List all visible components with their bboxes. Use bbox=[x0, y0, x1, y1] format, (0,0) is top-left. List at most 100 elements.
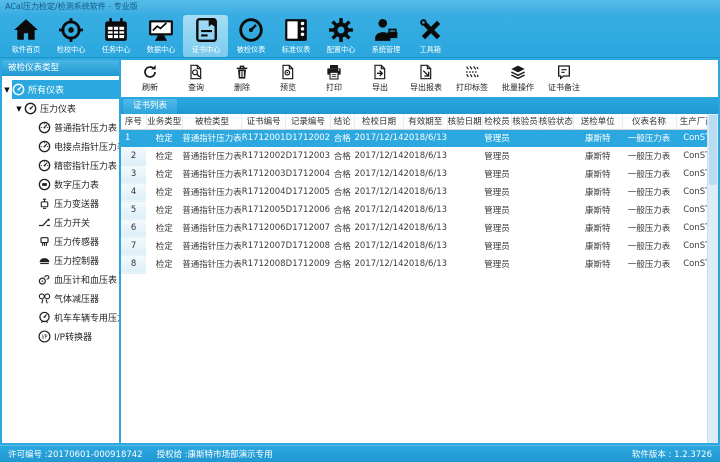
table-cell: 合格 bbox=[330, 219, 354, 237]
nav-item-certificate[interactable]: 证书中心 bbox=[183, 15, 228, 57]
nav-item-duts[interactable]: 被检仪表 bbox=[228, 15, 273, 57]
column-header[interactable]: 业务类型 bbox=[146, 114, 182, 129]
column-header[interactable]: 被检类型 bbox=[182, 114, 242, 129]
table-cell: 康斯特 bbox=[573, 201, 622, 219]
table-cell: 一般压力表 bbox=[622, 147, 676, 165]
table-cell bbox=[538, 129, 573, 147]
scrollbar-thumb[interactable] bbox=[709, 115, 717, 185]
column-header[interactable]: 结论 bbox=[330, 114, 354, 129]
column-header[interactable]: 检校员 bbox=[482, 114, 512, 129]
column-header[interactable]: 送检单位 bbox=[573, 114, 622, 129]
column-header[interactable]: 核验状态 bbox=[538, 114, 573, 129]
table-row[interactable]: 6检定普通指针压力表R1712006D1712007合格2017/12/1420… bbox=[121, 219, 718, 237]
sidebar-item-precision-dial-gauge[interactable]: 精密指针压力表 bbox=[2, 156, 119, 175]
print-label-button[interactable]: 打印标签 bbox=[449, 62, 495, 96]
sidebar-item-label: 气体减压器 bbox=[54, 292, 99, 305]
cert-note-button[interactable]: 证书备注 bbox=[541, 62, 587, 96]
sidebar-item-gas-regulator[interactable]: 气体减压器 bbox=[2, 289, 119, 308]
blood-pressure-icon bbox=[38, 273, 51, 286]
table-cell: 管理员 bbox=[482, 183, 512, 201]
nav-item-tasks[interactable]: 任务中心 bbox=[93, 15, 138, 57]
table-row[interactable]: 7检定普通指针压力表R1712007D1712008合格2017/12/1420… bbox=[121, 237, 718, 255]
sidebar-item-digital-gauge[interactable]: 数字压力表 bbox=[2, 175, 119, 194]
expand-arrow-icon[interactable]: ▼ bbox=[2, 86, 12, 94]
table-cell bbox=[538, 201, 573, 219]
user-admin-icon bbox=[373, 17, 399, 43]
query-button[interactable]: 查询 bbox=[173, 62, 219, 96]
table-cell: 2017/12/14 bbox=[354, 147, 403, 165]
table-cell bbox=[512, 147, 539, 165]
column-header[interactable]: 检校日期 bbox=[354, 114, 403, 129]
table-cell: 合格 bbox=[330, 165, 354, 183]
table-cell bbox=[447, 255, 482, 273]
column-header[interactable]: 核验员 bbox=[512, 114, 539, 129]
gas-regulator-icon bbox=[38, 292, 51, 305]
table-cell: 2 bbox=[121, 147, 146, 165]
table-cell bbox=[447, 237, 482, 255]
column-header[interactable]: 证书编号 bbox=[242, 114, 286, 129]
sidebar-item-locomotive-gauge[interactable]: 机车车辆专用压力表 bbox=[2, 308, 119, 327]
certificate-table: 序号业务类型被检类型证书编号记录编号结论检校日期有效期至核验日期检校员核验员核验… bbox=[121, 114, 718, 274]
sidebar-item-pressure-sensor[interactable]: 压力传感器 bbox=[2, 232, 119, 251]
refresh-button[interactable]: 刷新 bbox=[127, 62, 173, 96]
vertical-scrollbar[interactable] bbox=[707, 114, 718, 443]
nav-item-data[interactable]: 数据中心 bbox=[138, 15, 183, 57]
sidebar-item-pressure-switch[interactable]: 压力开关 bbox=[2, 213, 119, 232]
nav-item-toolbox[interactable]: 工具箱 bbox=[408, 15, 453, 57]
column-header[interactable]: 记录编号 bbox=[286, 114, 330, 129]
preview-button[interactable]: 预览 bbox=[265, 62, 311, 96]
print-button[interactable]: 打印 bbox=[311, 62, 357, 96]
tab-strip: 证书列表 bbox=[121, 97, 718, 114]
sidebar-item-all-instruments[interactable]: ▼所有仪表 bbox=[2, 80, 119, 99]
svg-text:I/P: I/P bbox=[41, 334, 47, 340]
table-cell: 管理员 bbox=[482, 147, 512, 165]
refresh-icon bbox=[142, 64, 158, 80]
table-cell bbox=[512, 219, 539, 237]
table-cell: 康斯特 bbox=[573, 129, 622, 147]
nav-item-system[interactable]: 系统管理 bbox=[363, 15, 408, 57]
batch-ops-button[interactable]: 批量操作 bbox=[495, 62, 541, 96]
export-report-button[interactable]: 导出报表 bbox=[403, 62, 449, 96]
table-row[interactable]: 8检定普通指针压力表R1712008D1712009合格2017/12/1420… bbox=[121, 255, 718, 273]
sidebar-item-electric-contact-gauge[interactable]: 电接点指针压力表 bbox=[2, 137, 119, 156]
sidebar-item-pressure-controller[interactable]: 压力控制器 bbox=[2, 251, 119, 270]
nav-item-config[interactable]: 配置中心 bbox=[318, 15, 363, 57]
sidebar-item-pressure-transmitter[interactable]: 压力变送器 bbox=[2, 194, 119, 213]
tab-certificate-list[interactable]: 证书列表 bbox=[123, 99, 177, 114]
expand-arrow-icon[interactable]: ▼ bbox=[14, 105, 24, 113]
nav-item-calibration[interactable]: 检校中心 bbox=[48, 15, 93, 57]
export-button[interactable]: 导出 bbox=[357, 62, 403, 96]
table-row[interactable]: 3检定普通指针压力表R1712003D1712004合格2017/12/1420… bbox=[121, 165, 718, 183]
column-header[interactable]: 核验日期 bbox=[447, 114, 482, 129]
sidebar-item-label: 压力仪表 bbox=[40, 102, 76, 115]
nav-item-standards[interactable]: 标准仪表 bbox=[273, 15, 318, 57]
table-cell: 7 bbox=[121, 237, 146, 255]
table-cell: 2018/6/13 bbox=[403, 201, 447, 219]
nav-item-label: 工具箱 bbox=[420, 44, 441, 54]
table-cell bbox=[447, 183, 482, 201]
table-cell: 2018/6/13 bbox=[403, 183, 447, 201]
table-cell: 普通指针压力表 bbox=[182, 147, 242, 165]
column-header[interactable]: 有效期至 bbox=[403, 114, 447, 129]
table-cell: R1712003 bbox=[242, 165, 286, 183]
dial-gauge-icon bbox=[38, 159, 51, 172]
sidebar-item-blood-pressure[interactable]: 血压计和血压表 bbox=[2, 270, 119, 289]
column-header[interactable]: 序号 bbox=[121, 114, 146, 129]
action-label: 删除 bbox=[234, 82, 250, 93]
column-header[interactable]: 仪表名称 bbox=[622, 114, 676, 129]
table-cell: 4 bbox=[121, 183, 146, 201]
nav-item-home[interactable]: 软件首页 bbox=[3, 15, 48, 57]
preview-doc-icon bbox=[280, 64, 296, 80]
table-cell: 2017/12/14 bbox=[354, 129, 403, 147]
sidebar-item-ip-converter[interactable]: I/PI/P转换器 bbox=[2, 327, 119, 346]
table-row[interactable]: 4检定普通指针压力表R1712004D1712005合格2017/12/1420… bbox=[121, 183, 718, 201]
table-row[interactable]: 5检定普通指针压力表R1712005D1712006合格2017/12/1420… bbox=[121, 201, 718, 219]
table-row[interactable]: 1检定普通指针压力表R1712001D1712002合格2017/12/1420… bbox=[121, 129, 718, 147]
table-row[interactable]: 2检定普通指针压力表R1712002D1712003合格2017/12/1420… bbox=[121, 147, 718, 165]
delete-button[interactable]: 删除 bbox=[219, 62, 265, 96]
sidebar-item-pressure-instruments[interactable]: ▼ 压力仪表 bbox=[2, 99, 119, 118]
sidebar-item-ordinary-dial-gauge[interactable]: 普通指针压力表 bbox=[2, 118, 119, 137]
table-cell bbox=[447, 219, 482, 237]
action-label: 批量操作 bbox=[502, 82, 534, 93]
table-cell bbox=[538, 219, 573, 237]
